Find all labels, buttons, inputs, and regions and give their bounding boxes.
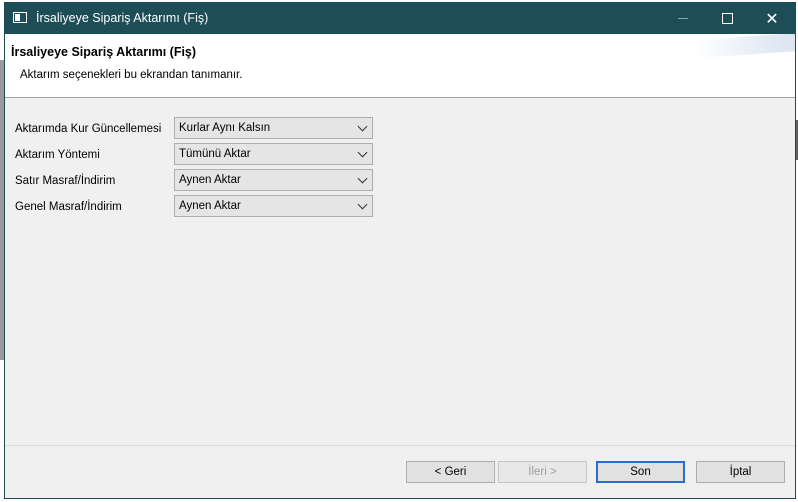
back-button[interactable]: < Geri [406,461,495,483]
select-value: Aynen Aktar [179,200,241,212]
maximize-button[interactable] [704,3,750,34]
genel-masraf-label: Genel Masraf/İndirim [15,201,122,213]
chevron-down-icon [357,173,368,184]
form-row-genel-masraf: Genel Masraf/İndirim Aynen Aktar [5,195,405,219]
window-app-icon [13,12,27,23]
footer-divider [5,445,795,446]
select-value: Tümünü Aktar [179,148,251,160]
page-title: İrsaliyeye Sipariş Aktarımı (Fiş) [11,45,197,59]
form-row-kur: Aktarımda Kur Güncellemesi Kurlar Aynı K… [5,117,405,141]
close-button[interactable]: ✕ [749,3,795,34]
chevron-down-icon [357,147,368,158]
next-button[interactable]: İleri > [498,461,587,483]
kur-guncellemesi-select[interactable]: Kurlar Aynı Kalsın [174,117,373,139]
minimize-button[interactable] [660,3,706,34]
genel-masraf-select[interactable]: Aynen Aktar [174,195,373,217]
cancel-button[interactable]: İptal [696,461,785,483]
form-row-satir-masraf: Satır Masraf/İndirim Aynen Aktar [5,169,405,193]
page-subtitle: Aktarım seçenekleri bu ekrandan tanımanı… [20,69,243,81]
satir-masraf-select[interactable]: Aynen Aktar [174,169,373,191]
close-icon: ✕ [765,10,779,28]
kur-guncellemesi-label: Aktarımda Kur Güncellemesi [15,123,162,135]
chevron-down-icon [357,199,368,210]
select-value: Kurlar Aynı Kalsın [179,122,271,134]
title-bar[interactable]: İrsaliyeye Sipariş Aktarımı (Fiş) ✕ [5,3,795,34]
finish-button[interactable]: Son [596,461,685,483]
aktarim-yontemi-label: Aktarım Yöntemi [15,149,100,161]
wizard-header: İrsaliyeye Sipariş Aktarımı (Fiş) Aktarı… [5,34,795,98]
window-title: İrsaliyeye Sipariş Aktarımı (Fiş) [36,11,209,25]
minimize-icon [678,18,688,19]
header-decoration [694,34,795,59]
satir-masraf-label: Satır Masraf/İndirim [15,175,116,187]
form-row-yontem: Aktarım Yöntemi Tümünü Aktar [5,143,405,167]
dialog-window: İrsaliyeye Sipariş Aktarımı (Fiş) ✕ İrsa… [4,2,796,499]
maximize-icon [721,13,733,24]
aktarim-yontemi-select[interactable]: Tümünü Aktar [174,143,373,165]
chevron-down-icon [357,121,368,132]
select-value: Aynen Aktar [179,174,241,186]
